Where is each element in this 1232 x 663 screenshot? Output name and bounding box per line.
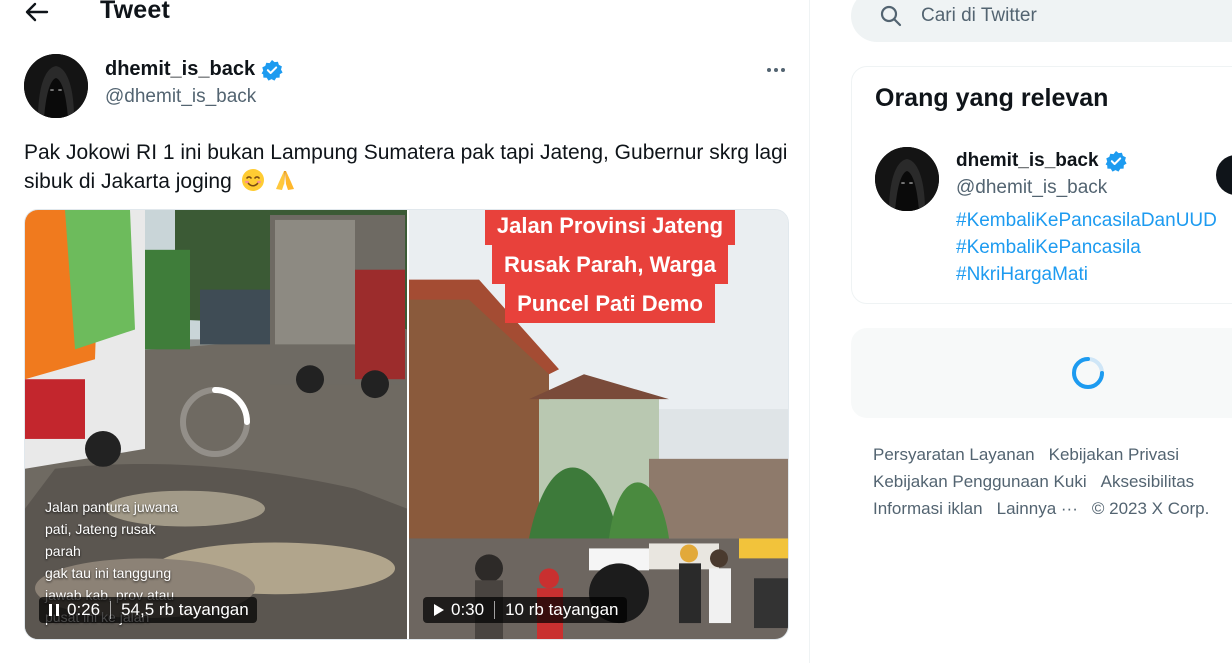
video-duration: 0:26 [67, 600, 101, 619]
video-right[interactable]: Jalan Provinsi Jateng Rusak Parah, Warga… [409, 210, 788, 639]
tweet-text-body: Pak Jokowi RI 1 ini bukan Lampung Sumate… [24, 141, 788, 193]
relevant-user-name[interactable]: dhemit_is_back [956, 150, 1127, 172]
video-controls: 0:30 10 rb tayangan [423, 597, 627, 623]
video-views: 54,5 rb tayangan [121, 600, 249, 619]
relevant-user-handle: @dhemit_is_back [956, 177, 1108, 198]
search-box[interactable] [851, 0, 1232, 42]
play-icon[interactable] [431, 603, 445, 617]
follow-button[interactable] [1216, 155, 1232, 195]
back-button[interactable] [22, 0, 52, 26]
hashtag-link[interactable]: #NkriHargaMati [956, 261, 1217, 288]
loading-spinner-icon [180, 387, 250, 457]
header: Tweet [0, 0, 810, 30]
video-title-overlay: Jalan Provinsi Jateng Rusak Parah, Warga… [475, 210, 745, 323]
more-dot [774, 68, 778, 72]
relevant-user-name-text: dhemit_is_back [956, 150, 1099, 171]
arrow-left-icon [25, 2, 49, 22]
avatar[interactable] [24, 54, 88, 118]
search-input[interactable] [921, 5, 1221, 27]
loading-spinner-icon [1072, 357, 1104, 389]
video-title-line: Puncel Pati Demo [505, 284, 715, 323]
copyright: © 2023 X Corp. [1091, 499, 1210, 518]
sidebar: Orang yang relevan dhemit_is_back @dhemi… [811, 0, 1232, 663]
video-title-line: Rusak Parah, Warga [492, 245, 728, 284]
pause-icon[interactable] [47, 603, 61, 617]
loading-card [851, 328, 1232, 418]
author-name-text: dhemit_is_back [105, 58, 256, 80]
footer-link[interactable]: Informasi iklan [873, 499, 983, 518]
footer-link[interactable]: Aksesibilitas [1101, 472, 1195, 491]
avatar[interactable] [875, 147, 939, 211]
card-title: Orang yang relevan [875, 84, 1109, 112]
avatar-image [875, 147, 939, 211]
divider [110, 601, 112, 619]
footer-links: Persyaratan Layanan Kebijakan Privasi Keb… [873, 441, 1232, 522]
tweet-column: Tweet dhemit_is_back @dhemit_is_back Pak… [0, 0, 810, 663]
video-views: 10 rb tayangan [505, 600, 619, 619]
video-duration: 0:30 [451, 600, 485, 619]
relevant-user-bio: #KembaliKePancasilaDanUUD #KembaliKePanc… [956, 207, 1217, 288]
hashtag-link[interactable]: #KembaliKePancasilaDanUUD [956, 207, 1217, 234]
relevant-people-card: Orang yang relevan dhemit_is_back @dhemi… [851, 66, 1232, 304]
video-left[interactable]: Jalan pantura juwana pati, Jateng rusak … [25, 210, 407, 639]
verified-badge-icon [261, 59, 283, 81]
video-controls: 0:26 54,5 rb tayangan [39, 597, 257, 623]
more-options-button[interactable] [760, 58, 792, 82]
search-icon [880, 5, 902, 27]
author-name[interactable]: dhemit_is_back [105, 58, 283, 81]
page-title: Tweet [100, 0, 170, 24]
tweet-text: Pak Jokowi RI 1 ini bukan Lampung Sumate… [24, 138, 794, 196]
more-dot [767, 68, 771, 72]
footer-link[interactable]: Kebijakan Privasi [1049, 445, 1179, 464]
more-dot [781, 68, 785, 72]
smiling-face-icon [241, 169, 264, 191]
verified-badge-icon [1105, 151, 1127, 172]
caption-line: pati, Jateng rusak [45, 521, 156, 537]
caption-line: Jalan pantura juwana [45, 499, 179, 515]
avatar-image [24, 54, 88, 118]
divider [494, 601, 496, 619]
footer-link[interactable]: Kebijakan Penggunaan Kuki [873, 472, 1087, 491]
footer-more-link[interactable]: Lainnya ··· [997, 499, 1078, 518]
author-handle[interactable]: @dhemit_is_back [105, 86, 256, 108]
video-title-line: Jalan Provinsi Jateng [484, 210, 736, 245]
caption-line: parah [45, 543, 81, 559]
media-grid: Jalan pantura juwana pati, Jateng rusak … [24, 209, 789, 640]
hashtag-link[interactable]: #KembaliKePancasila [956, 234, 1217, 261]
footer-link[interactable]: Persyaratan Layanan [873, 445, 1035, 464]
caption-line: gak tau ini tanggung [45, 565, 172, 581]
folded-hands-icon [276, 171, 295, 190]
